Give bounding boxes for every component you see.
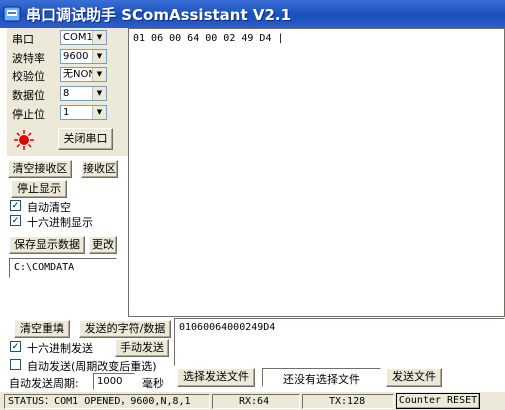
parity-value: 无NON [63, 69, 96, 80]
port-label: 串口 [12, 33, 34, 46]
databits-value: 8 [63, 88, 70, 99]
hex-display-checkbox[interactable]: ✓ [10, 215, 21, 226]
window-title: 串口调试助手 SComAssistant V2.1 [26, 6, 292, 24]
auto-send-period-label: 自动发送周期: [9, 377, 79, 390]
select-send-file-button[interactable]: 选择发送文件 [177, 368, 255, 387]
port-select[interactable]: COM1 ▼ [60, 30, 107, 45]
close-port-button[interactable]: 关闭串口 [58, 128, 113, 150]
stopbits-value: 1 [63, 107, 70, 118]
counter-reset-button[interactable]: Counter RESET [396, 393, 480, 409]
receive-area-tab[interactable]: 接收区 [81, 160, 118, 178]
chevron-down-icon[interactable]: ▼ [92, 87, 106, 100]
auto-clear-label: 自动清空 [27, 201, 71, 214]
receive-text-area[interactable]: 01 06 00 64 00 02 49 D4 | [128, 28, 505, 317]
stop-display-button[interactable]: 停止显示 [11, 180, 67, 198]
rx-counter: RX:64 [212, 394, 300, 409]
manual-send-button[interactable]: 手动发送 [115, 339, 169, 357]
save-path-field[interactable]: C:\COMDATA [9, 258, 117, 278]
send-file-button[interactable]: 发送文件 [386, 368, 442, 387]
baud-label: 波特率 [12, 52, 45, 65]
port-status-indicator-icon [14, 130, 34, 150]
stopbits-select[interactable]: 1 ▼ [60, 105, 107, 120]
databits-label: 数据位 [12, 89, 45, 102]
change-path-button[interactable]: 更改 [89, 236, 117, 254]
chevron-down-icon[interactable]: ▼ [92, 50, 106, 63]
auto-clear-checkbox[interactable]: ✓ [10, 200, 21, 211]
chevron-down-icon[interactable]: ▼ [92, 106, 106, 119]
chevron-down-icon[interactable]: ▼ [92, 31, 106, 44]
chevron-down-icon[interactable]: ▼ [92, 68, 106, 81]
clear-send-button[interactable]: 清空重填 [14, 320, 70, 338]
tx-counter: TX:128 [302, 394, 394, 409]
hex-send-label: 十六进制发送 [27, 342, 93, 355]
hex-display-label: 十六进制显示 [27, 216, 93, 229]
auto-send-checkbox[interactable] [10, 359, 21, 370]
title-bar: 串口调试助手 SComAssistant V2.1 [0, 0, 505, 28]
hex-send-checkbox[interactable]: ✓ [10, 341, 21, 352]
baud-value: 9600 [63, 51, 89, 62]
clear-receive-button[interactable]: 清空接收区 [8, 160, 72, 178]
file-status-field: 还没有选择文件 [262, 368, 381, 387]
auto-send-label: 自动发送(周期改变后重选) [27, 360, 157, 373]
port-status-text: STATUS：COM1 OPENED，9600,N,8,1 [4, 394, 210, 409]
parity-label: 校验位 [12, 70, 45, 83]
databits-select[interactable]: 8 ▼ [60, 86, 107, 101]
baud-select[interactable]: 9600 ▼ [60, 49, 107, 64]
send-text-area[interactable]: 01060064000249D4 [174, 318, 505, 366]
period-unit-label: 毫秒 [142, 377, 164, 390]
parity-select[interactable]: 无NON ▼ [60, 67, 107, 82]
app-icon [3, 6, 21, 22]
auto-send-period-input[interactable]: 1000 [93, 373, 135, 390]
send-area-tab[interactable]: 发送的字符/数据 [79, 320, 171, 338]
stopbits-label: 停止位 [12, 108, 45, 121]
save-display-data-button[interactable]: 保存显示数据 [9, 236, 85, 254]
port-value: COM1 [63, 32, 93, 43]
